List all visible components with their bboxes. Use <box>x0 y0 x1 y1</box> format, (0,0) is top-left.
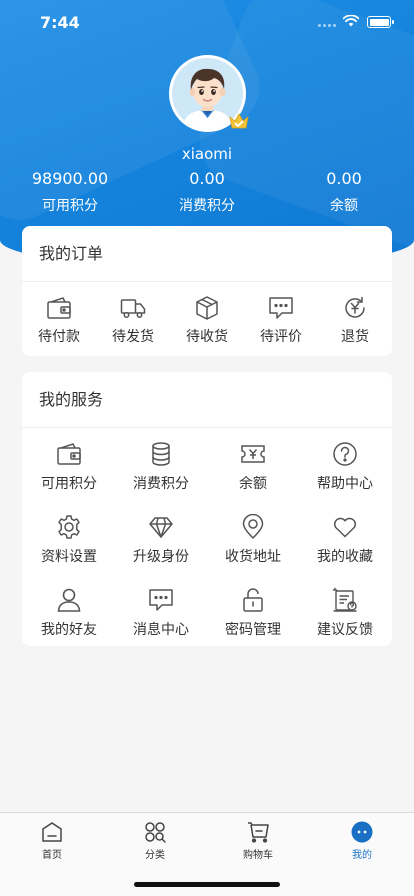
status-time: 7:44 <box>40 13 80 32</box>
stat-label: 可用积分 <box>42 198 98 214</box>
stat-label: 消费积分 <box>179 198 235 214</box>
service-label: 消息中心 <box>133 622 189 638</box>
home-indicator <box>134 882 280 887</box>
wallet-icon <box>57 443 81 465</box>
services-card: 我的服务 可用积分 消费积分 余额 帮助中心 资料设置 升级身份 收货地址 我的… <box>22 372 392 646</box>
service-label: 升级身份 <box>133 549 189 565</box>
service-favorites[interactable]: 我的收藏 <box>299 514 391 566</box>
services-title: 我的服务 <box>22 372 392 428</box>
service-password[interactable]: 密码管理 <box>207 587 299 639</box>
lock-icon <box>243 588 263 612</box>
stat-available-points[interactable]: 98900.00 可用积分 <box>0 168 140 216</box>
tab-cart[interactable]: 购物车 <box>218 821 298 861</box>
message-icon <box>149 589 173 611</box>
service-label: 建议反馈 <box>317 622 373 638</box>
tab-label: 分类 <box>145 850 165 861</box>
tab-category[interactable]: 分类 <box>115 821 195 861</box>
vip-badge-icon <box>229 113 249 129</box>
status-bar: 7:44 <box>0 0 414 44</box>
comment-icon <box>269 297 293 319</box>
wallet-icon <box>47 297 71 319</box>
orders-card: 我的订单 待付款 待发货 待收货 待评价 退货 <box>22 226 392 356</box>
profile-icon <box>351 821 373 843</box>
stat-value: 0.00 <box>189 169 225 188</box>
stat-value: 0.00 <box>326 169 362 188</box>
stat-label: 余额 <box>330 198 358 214</box>
orders-title: 我的订单 <box>22 226 392 282</box>
stat-balance[interactable]: 0.00 余额 <box>274 168 414 216</box>
service-label: 余额 <box>239 476 267 492</box>
diamond-icon <box>149 517 173 538</box>
category-icon <box>145 822 166 843</box>
service-label: 收货地址 <box>225 549 281 565</box>
tab-label: 购物车 <box>243 850 273 861</box>
order-pending-shipment[interactable]: 待发货 <box>96 282 170 356</box>
order-item-label: 待发货 <box>112 329 154 345</box>
username: xiaomi <box>181 145 233 163</box>
ticket-icon <box>241 445 265 463</box>
order-item-label: 待评价 <box>260 329 302 345</box>
service-label: 我的收藏 <box>317 549 373 565</box>
service-consumption-points[interactable]: 消费积分 <box>115 441 207 493</box>
service-label: 我的好友 <box>41 622 97 638</box>
cart-icon <box>248 822 269 843</box>
service-feedback[interactable]: 建议反馈 <box>299 587 391 639</box>
service-friends[interactable]: 我的好友 <box>23 587 115 639</box>
stat-value: 98900.00 <box>31 169 109 188</box>
order-item-label: 退货 <box>341 329 369 345</box>
service-upgrade[interactable]: 升级身份 <box>115 514 207 566</box>
service-label: 资料设置 <box>41 549 97 565</box>
heart-icon <box>333 517 357 538</box>
battery-icon <box>367 16 394 28</box>
service-shipping-address[interactable]: 收货地址 <box>207 514 299 566</box>
coins-icon <box>152 442 170 466</box>
service-available-points[interactable]: 可用积分 <box>23 441 115 493</box>
order-item-label: 待收货 <box>186 329 228 345</box>
order-item-label: 待付款 <box>38 329 80 345</box>
service-label: 密码管理 <box>225 622 281 638</box>
wifi-icon <box>343 15 359 27</box>
service-label: 帮助中心 <box>317 476 373 492</box>
signal-icon <box>318 24 338 28</box>
order-pending-payment[interactable]: 待付款 <box>22 282 96 356</box>
feedback-icon <box>332 587 357 612</box>
truck-icon <box>120 299 146 318</box>
service-balance[interactable]: 余额 <box>207 441 299 493</box>
user-icon <box>57 588 81 612</box>
service-label: 可用积分 <box>41 476 97 492</box>
order-refund[interactable]: 退货 <box>318 282 392 356</box>
tab-label: 我的 <box>352 850 372 861</box>
location-icon <box>242 514 264 539</box>
stat-consumption-points[interactable]: 0.00 消费积分 <box>137 168 277 216</box>
help-icon <box>333 442 357 466</box>
home-icon <box>42 822 62 842</box>
tab-profile[interactable]: 我的 <box>322 821 402 861</box>
stats-row: 98900.00 可用积分 0.00 消费积分 0.00 余额 <box>0 168 414 218</box>
order-pending-receipt[interactable]: 待收货 <box>170 282 244 356</box>
tab-label: 首页 <box>42 850 62 861</box>
box-icon <box>196 296 218 320</box>
gear-icon <box>58 515 80 539</box>
service-help-center[interactable]: 帮助中心 <box>299 441 391 493</box>
service-label: 消费积分 <box>133 476 189 492</box>
service-messages[interactable]: 消息中心 <box>115 587 207 639</box>
order-pending-review[interactable]: 待评价 <box>244 282 318 356</box>
service-profile-settings[interactable]: 资料设置 <box>23 514 115 566</box>
refund-icon <box>345 296 365 318</box>
tab-home[interactable]: 首页 <box>12 821 92 861</box>
